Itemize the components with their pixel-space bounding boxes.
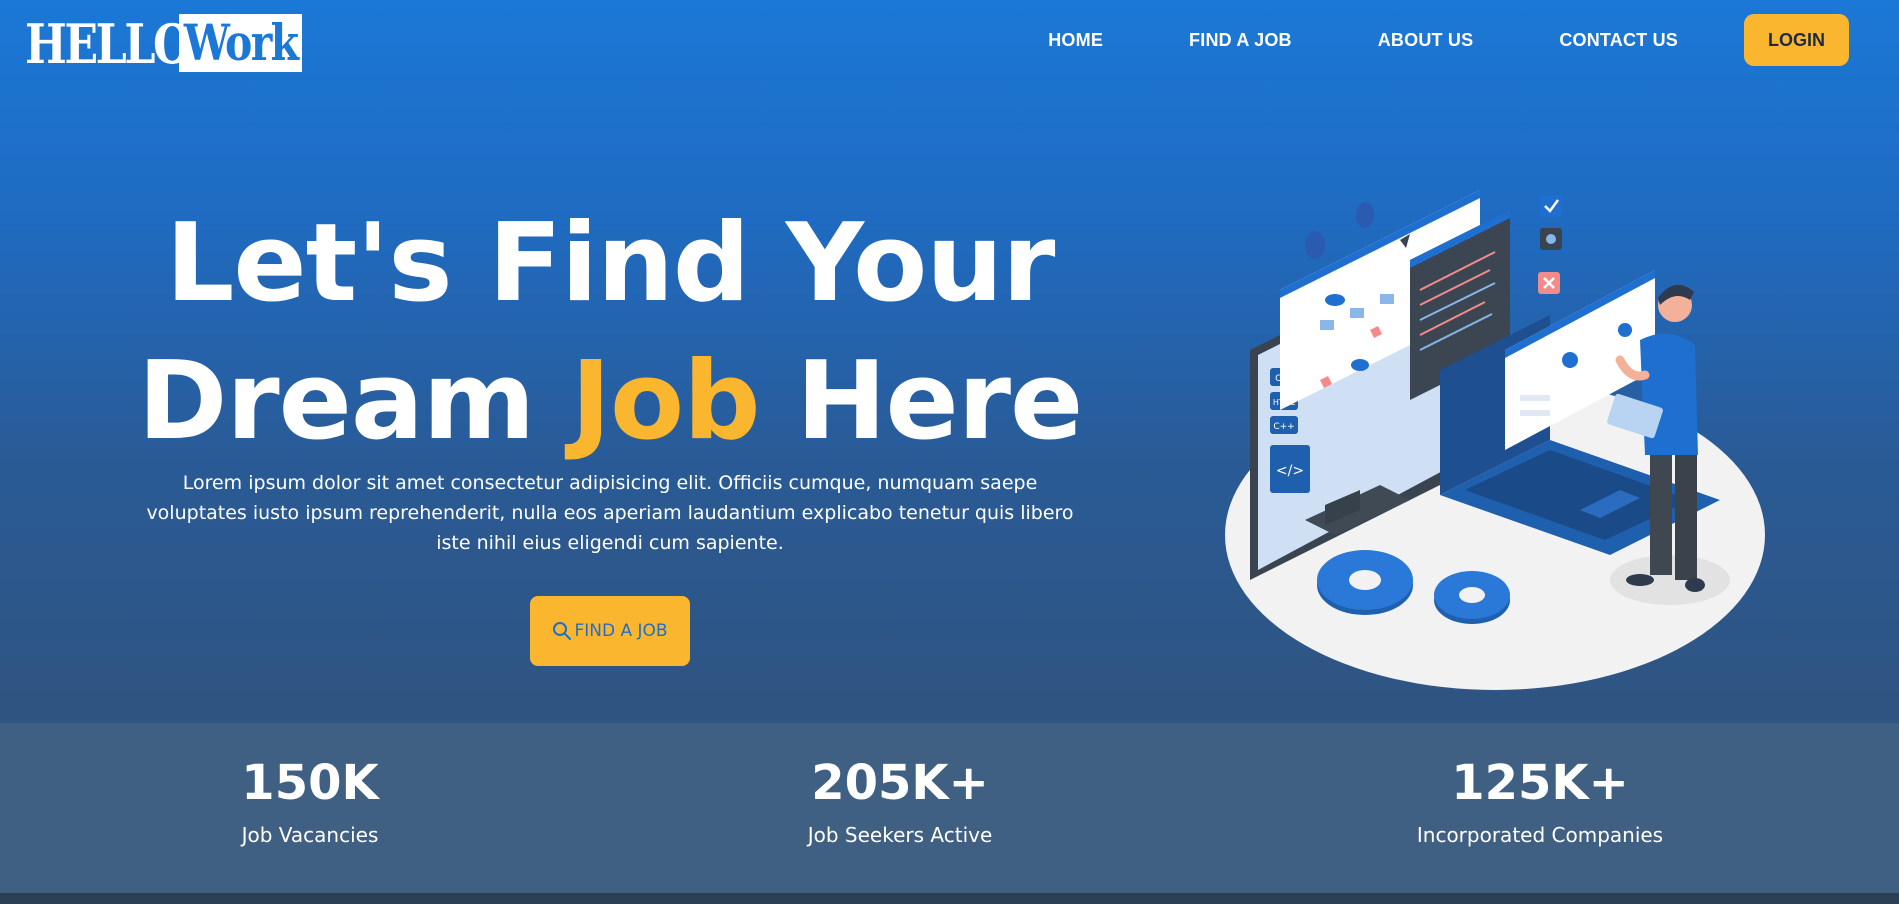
logo-hello: HELLO! (25, 12, 209, 76)
headline-line2-start: Dream (137, 339, 571, 464)
stat-value: 150K (241, 755, 379, 811)
stat-label: Job Seekers Active (807, 823, 993, 847)
gear-icon-large (1317, 550, 1413, 615)
hero-description: Lorem ipsum dolor sit amet consectetur a… (146, 472, 1074, 554)
site-logo[interactable]: HELLO! Work (25, 12, 329, 72)
nav-about-link[interactable]: ABOUT US (1378, 30, 1474, 51)
stat-value: 125K+ (1451, 755, 1629, 811)
hero-headline: Let's Find Your Dream Job Here (110, 195, 1110, 471)
main-nav: HOME FIND A JOB ABOUT US CONTACT US LOGI… (1048, 14, 1849, 66)
stat-label: Incorporated Companies (1416, 823, 1664, 847)
nav-home-link[interactable]: HOME (1048, 30, 1103, 51)
headline-line2-end: Here (759, 339, 1083, 464)
stat-job-seekers: 205K+ Job Seekers Active (700, 723, 1100, 847)
tag-cpp: C++ (1273, 422, 1294, 432)
headline-accent-word: Job (570, 339, 761, 464)
nav-find-job-link[interactable]: FIND A JOB (1189, 30, 1292, 51)
stat-companies: 125K+ Incorporated Companies (1340, 723, 1740, 847)
stat-job-vacancies: 150K Job Vacancies (110, 723, 510, 847)
search-icon (553, 622, 572, 640)
tag-code-symbol: </> (1276, 463, 1304, 479)
nav-contact-link[interactable]: CONTACT US (1559, 30, 1678, 51)
footer-strip (0, 893, 1899, 904)
headline-line1: Let's Find Your (165, 201, 1056, 326)
find-job-button[interactable]: FIND A JOB (530, 596, 690, 666)
stat-label: Job Vacancies (241, 823, 379, 847)
stats-section: 150K Job Vacancies 205K+ Job Seekers Act… (0, 723, 1899, 893)
hero-illustration: CSS HTML C++ </> (1225, 190, 1765, 690)
logo-work: Work (179, 14, 303, 72)
gear-icon-small (1434, 571, 1510, 624)
find-job-button-label: FIND A JOB (574, 621, 668, 641)
stat-value: 205K+ (811, 755, 989, 811)
login-button[interactable]: LOGIN (1744, 14, 1849, 66)
hero-section: HELLO! Work HOME FIND A JOB ABOUT US CON… (0, 0, 1899, 723)
